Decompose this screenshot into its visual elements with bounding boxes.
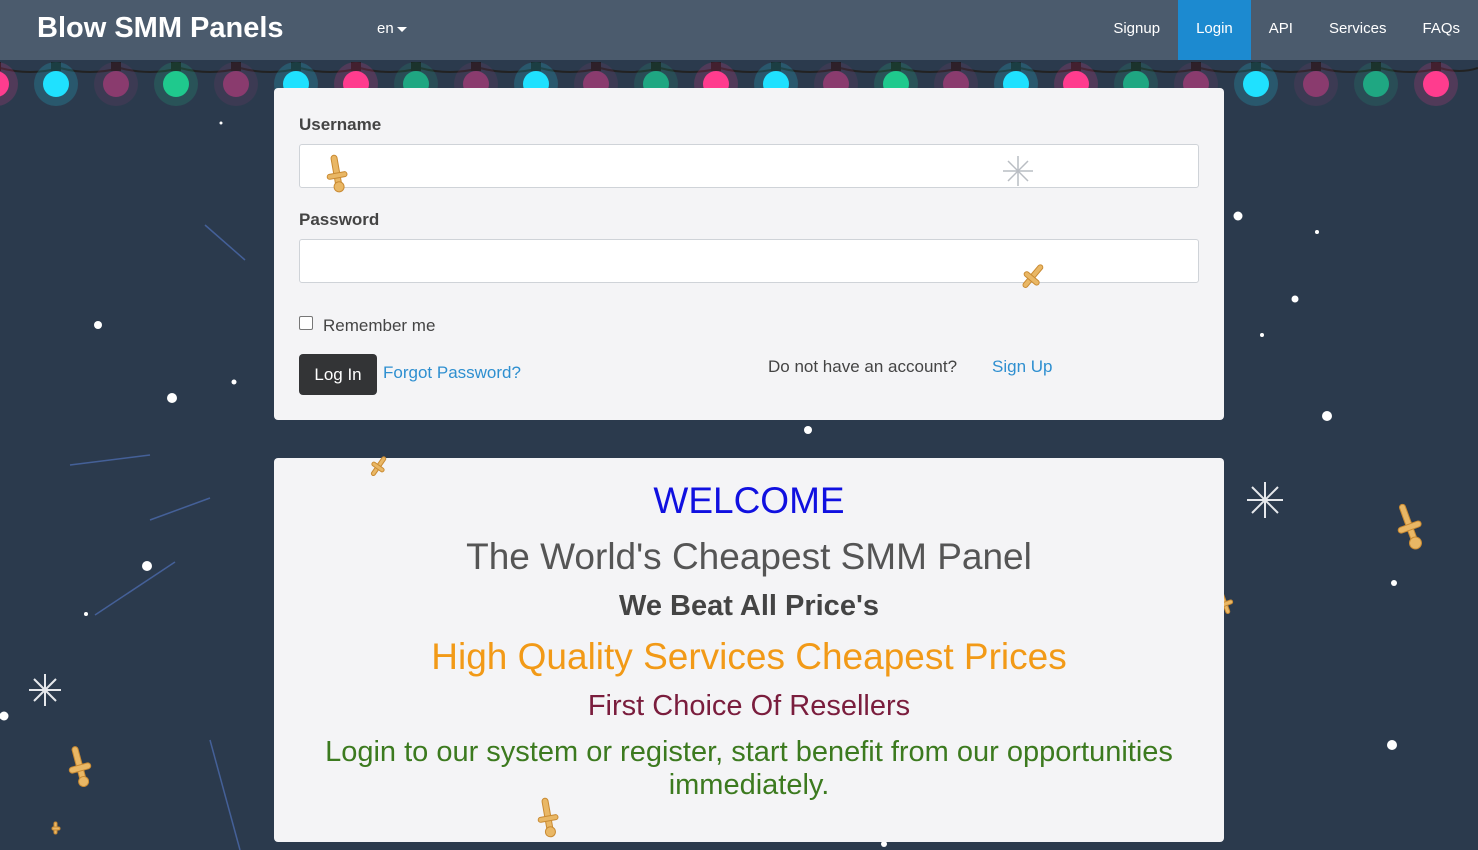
remember-me[interactable]: Remember me xyxy=(299,316,435,336)
login-panel: Username Password Remember me Log In For… xyxy=(274,88,1224,420)
remember-checkbox[interactable] xyxy=(299,316,313,330)
no-account-text: Do not have an account? xyxy=(768,357,958,376)
nav-links: Signup Login API Services FAQs xyxy=(1095,0,1478,60)
welcome-panel: WELCOME The World's Cheapest SMM Panel W… xyxy=(274,458,1224,842)
tagline-beat-prices: We Beat All Price's xyxy=(619,590,879,622)
brand-logo[interactable]: Blow SMM Panels xyxy=(37,12,284,45)
password-label: Password xyxy=(299,210,380,229)
nav-faqs[interactable]: FAQs xyxy=(1404,0,1478,60)
remember-label: Remember me xyxy=(323,316,436,335)
tagline-cheapest: The World's Cheapest SMM Panel xyxy=(466,536,1032,577)
nav-api[interactable]: API xyxy=(1251,0,1311,60)
username-input[interactable] xyxy=(299,144,1199,188)
password-input[interactable] xyxy=(299,239,1199,283)
tagline-resellers: First Choice Of Resellers xyxy=(587,690,911,722)
language-label: en xyxy=(377,20,394,37)
nav-login[interactable]: Login xyxy=(1178,0,1251,60)
tagline-login-register: Login to our system or register, start b… xyxy=(325,736,1173,801)
nav-signup[interactable]: Signup xyxy=(1095,0,1178,60)
tagline-quality: High Quality Services Cheapest Prices xyxy=(431,636,1067,677)
welcome-heading: WELCOME xyxy=(653,480,845,521)
signup-link[interactable]: Sign Up xyxy=(992,357,1052,377)
login-button[interactable]: Log In xyxy=(299,354,377,395)
caret-down-icon xyxy=(396,26,407,32)
navbar: Blow SMM Panels en Signup Login API Serv… xyxy=(0,0,1478,60)
nav-services[interactable]: Services xyxy=(1311,0,1405,60)
username-label: Username xyxy=(299,115,382,134)
language-selector[interactable]: en xyxy=(377,20,407,37)
forgot-password-link[interactable]: Forgot Password? xyxy=(383,363,521,383)
